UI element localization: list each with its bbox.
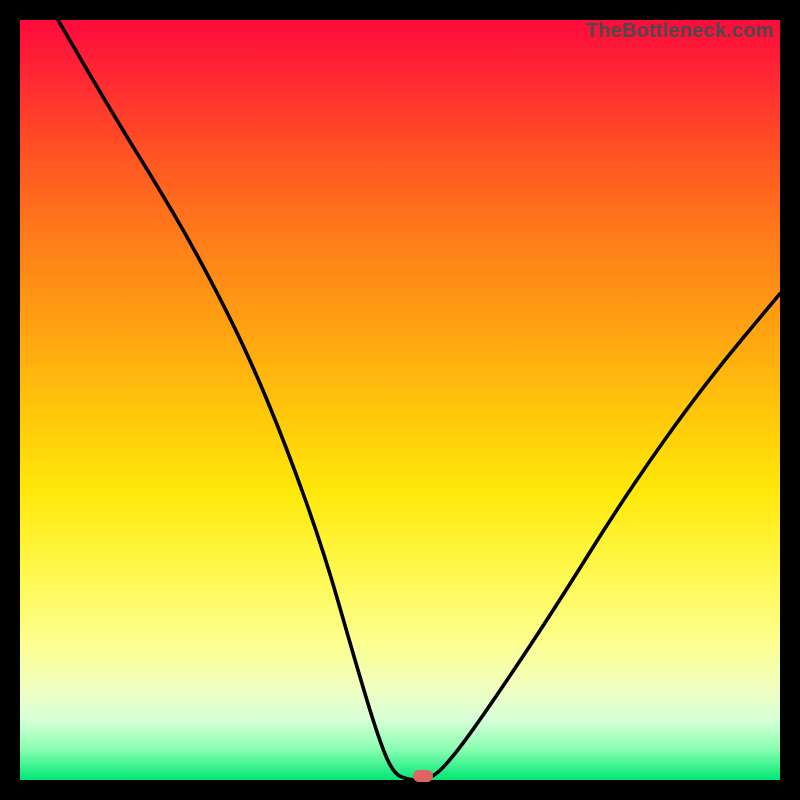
optimal-marker [413,770,433,782]
chart-frame: TheBottleneck.com [0,0,800,800]
bottleneck-curve [20,20,780,780]
plot-area: TheBottleneck.com [20,20,780,780]
